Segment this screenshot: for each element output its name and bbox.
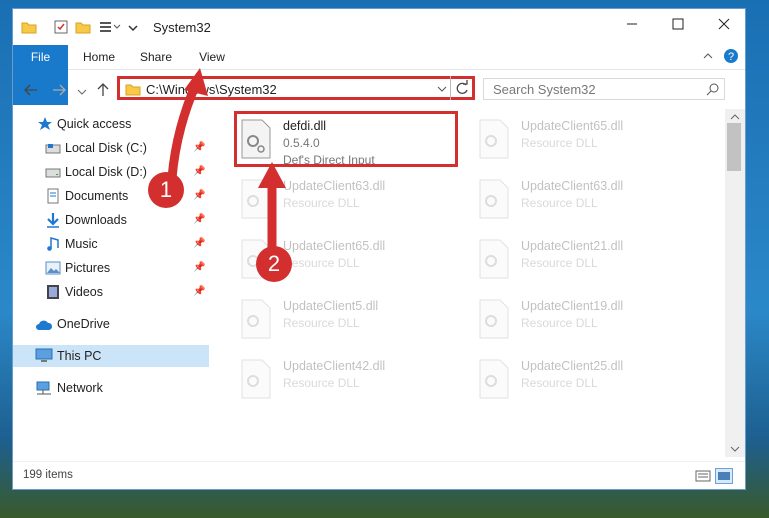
annotation-badge-2: 2 xyxy=(256,246,292,282)
annotation-arrowhead-1 xyxy=(184,68,208,96)
annotation-arrow-1 xyxy=(167,79,201,183)
annotation-arrowhead-2 xyxy=(258,162,286,188)
annotation-arrows xyxy=(167,68,286,255)
annotation-badge-1: 1 xyxy=(148,172,184,208)
